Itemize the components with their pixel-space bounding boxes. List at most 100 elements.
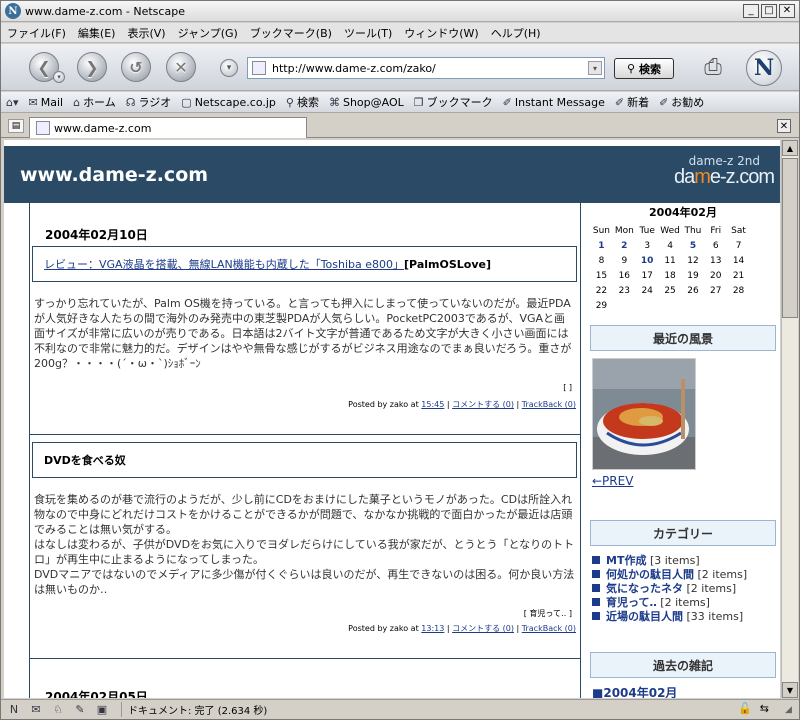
category-link[interactable]: 近場の駄目人間 [606, 610, 683, 623]
location-dropdown-button[interactable]: ▾ [220, 59, 238, 77]
entry-title-link[interactable]: レビュー：VGA液晶を搭載、無線LAN機能も内蔵した「Toshiba e800」 [44, 256, 404, 272]
entry-date: 2004年02月05日 [45, 690, 148, 698]
comments-link[interactable]: コメントする (0) [452, 624, 514, 633]
home-menu-button[interactable]: ⌂▾ [1, 96, 24, 109]
menu-item[interactable]: ツール(T) [338, 25, 398, 41]
archive-month-link[interactable]: ■2004年02月 [592, 684, 677, 698]
menu-item[interactable]: ブックマーク(B) [244, 25, 338, 41]
url-history-dropdown[interactable]: ▾ [588, 61, 602, 75]
calendar-day: 25 [664, 285, 676, 296]
navigator-icon[interactable]: N [5, 702, 23, 718]
recommend-icon: ✐ [659, 95, 669, 109]
calendar-day: 3 [644, 240, 651, 251]
bookmark-item[interactable]: ⌘ Shop@AOL [324, 96, 409, 109]
category-link[interactable]: MT作成 [606, 554, 646, 567]
minimize-button[interactable]: _ [743, 4, 759, 18]
search-button[interactable]: ⚲ 検索 [614, 58, 674, 79]
category-item: 近場の駄目人間 [33 items] [592, 610, 776, 624]
composer-icon[interactable]: ✎ [71, 702, 89, 718]
bookmark-item[interactable]: ☊ ラジオ [121, 94, 177, 110]
scroll-thumb[interactable] [782, 158, 798, 318]
calendar-week: 8 9 10 11 12 13 14 [590, 253, 750, 268]
bookmark-item[interactable]: ▢ Netscape.co.jp [176, 96, 281, 109]
posted-by: Posted by zako at [348, 624, 419, 633]
recent-photo[interactable] [592, 358, 696, 470]
menu-item[interactable]: ヘルプ(H) [485, 25, 547, 41]
permalink[interactable]: 15:45 [421, 400, 444, 409]
close-window-button[interactable]: ✕ [779, 4, 795, 18]
mail-status-icon[interactable]: ✉ [27, 702, 45, 718]
bullet-icon [592, 556, 600, 564]
menu-item[interactable]: ジャンプ(G) [172, 25, 244, 41]
mail-icon: ✉ [28, 95, 38, 109]
forward-button[interactable]: ❯ [77, 52, 107, 82]
menu-item[interactable]: 表示(V) [121, 25, 171, 41]
bookmark-item[interactable]: ✐ お勧め [654, 94, 709, 110]
print-icon[interactable]: ⎙ [699, 53, 727, 81]
site-title[interactable]: www.dame-z.com [20, 164, 208, 186]
bookmark-label: 新着 [627, 96, 650, 109]
addressbook-icon[interactable]: ▣ [93, 702, 111, 718]
stop-button[interactable]: ✕ [166, 52, 196, 82]
menu-item[interactable]: 編集(E) [72, 25, 122, 41]
my-icon: ▢ [181, 95, 192, 109]
category-item: MT作成 [3 items] [592, 554, 776, 568]
page-viewport: www.dame-z.com dame-z 2nd dame-z.com 200… [4, 140, 780, 698]
trackback-link[interactable]: TrackBack (0) [522, 400, 576, 409]
calendar-day: 22 [595, 285, 608, 296]
calendar-day: 29 [595, 300, 608, 311]
im-icon: ✐ [502, 95, 512, 109]
scroll-down-button[interactable]: ▼ [782, 682, 798, 698]
entry-more-link[interactable]: [ 育児って‥ ] [524, 608, 572, 619]
calendar-day[interactable]: 5 [682, 238, 705, 253]
bookmark-item[interactable]: ✐ 新着 [610, 94, 654, 110]
calendar-day[interactable]: 2 [613, 238, 636, 253]
calendar-day [659, 298, 682, 313]
main-column: 2004年02月10日 レビュー：VGA液晶を搭載、無線LAN機能も内蔵した「T… [29, 202, 581, 698]
tab-active[interactable]: www.dame-z.com [29, 117, 307, 138]
bullet-icon [592, 584, 600, 592]
calendar-week: 123 456 7 [590, 238, 750, 253]
category-item: 何処かの駄目人間 [2 items] [592, 568, 776, 582]
bookmark-item[interactable]: ✐ Instant Message [498, 96, 610, 109]
category-link[interactable]: 育児って‥ [606, 596, 657, 609]
new-tab-icon[interactable]: ▤ [8, 119, 24, 133]
bookmark-item[interactable]: ✉ Mail [24, 96, 69, 109]
address-bar[interactable]: ▾ [247, 57, 605, 79]
permalink[interactable]: 13:13 [421, 624, 444, 633]
security-lock-icon[interactable]: 🔓 [738, 702, 752, 715]
netscape-logo[interactable]: N [746, 50, 782, 86]
menu-item[interactable]: ファイル(F) [1, 25, 72, 41]
prev-photo-link[interactable]: ←PREV [592, 474, 633, 488]
ramen-bowl-image [593, 359, 695, 469]
entry-title: レビュー：VGA液晶を搭載、無線LAN機能も内蔵した「Toshiba e800」… [32, 246, 577, 282]
resize-grip-icon[interactable]: ◢ [785, 705, 797, 717]
calendar-day: 15 [595, 270, 608, 281]
trackback-link[interactable]: TrackBack (0) [522, 624, 576, 633]
aim-icon[interactable]: ♘ [49, 702, 67, 718]
offline-icon[interactable]: ⇆ [760, 702, 769, 715]
vertical-scrollbar[interactable]: ▲ ▼ [781, 140, 798, 698]
category-link[interactable]: 気になったネタ [606, 582, 683, 595]
bookmark-item[interactable]: ❐ ブックマーク [409, 94, 498, 110]
url-input[interactable] [272, 61, 582, 75]
entry-title-text[interactable]: DVDを食べる奴 [44, 452, 126, 468]
reload-button[interactable]: ↺ [121, 52, 151, 82]
maximize-button[interactable]: □ [761, 4, 777, 18]
calendar-day[interactable]: 10 [636, 253, 659, 268]
calendar-week: 29 [590, 298, 750, 313]
close-tab-button[interactable]: ✕ [777, 119, 791, 133]
bookmark-item[interactable]: ⌂ ホーム [68, 94, 121, 110]
comments-link[interactable]: コメントする (0) [452, 400, 514, 409]
category-list: MT作成 [3 items] 何処かの駄目人間 [2 items] 気になったネタ … [592, 554, 776, 624]
calendar-day: 17 [641, 270, 653, 281]
bullet-icon [592, 598, 600, 606]
category-link[interactable]: 何処かの駄目人間 [606, 568, 694, 581]
scroll-up-button[interactable]: ▲ [782, 140, 798, 156]
bookmark-item[interactable]: ⚲ 検索 [281, 94, 324, 110]
menu-item[interactable]: ウィンドウ(W) [398, 25, 484, 41]
bookmark-label: ホーム [83, 96, 116, 109]
back-history-dropdown[interactable]: ▾ [53, 71, 65, 83]
calendar-day[interactable]: 1 [590, 238, 613, 253]
category-count: [2 items] [660, 596, 710, 609]
